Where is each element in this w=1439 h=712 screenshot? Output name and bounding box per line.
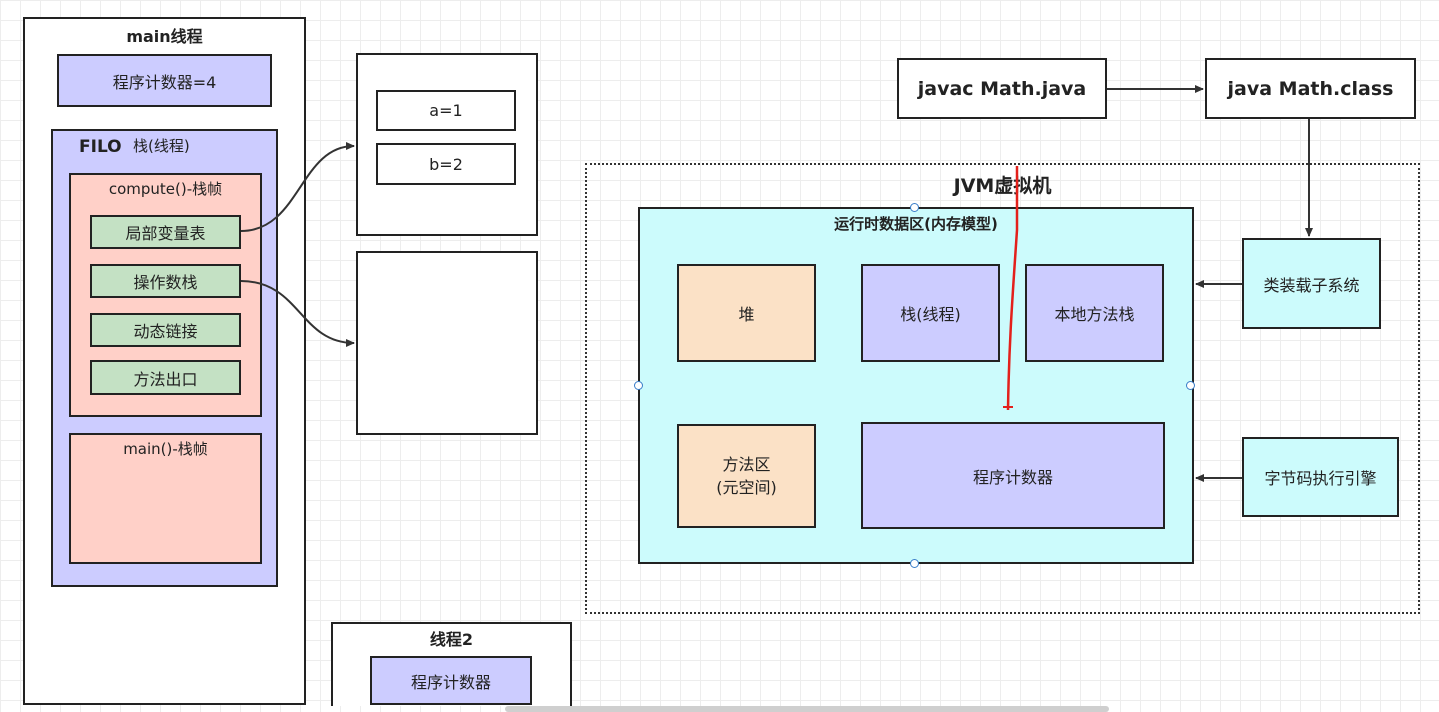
java-class-command[interactable]: java Math.class: [1205, 58, 1416, 119]
selection-handle-top[interactable]: [910, 203, 919, 212]
stack-thread-label: 栈(线程): [133, 137, 190, 155]
metaspace-label: (元空间): [716, 478, 777, 497]
main-thread-title: main线程: [126, 27, 203, 46]
jvm-title: JVM虚拟机: [953, 175, 1052, 197]
selection-handle-right[interactable]: [1186, 381, 1195, 390]
method-area[interactable]: 方法区 (元空间): [677, 424, 816, 528]
method-exit[interactable]: 方法出口: [90, 360, 241, 395]
method-area-label: 方法区: [722, 455, 771, 474]
operand-stack[interactable]: 操作数栈: [90, 264, 241, 298]
filo-label: FILO: [79, 137, 122, 157]
main-thread-pc[interactable]: 程序计数器=4: [57, 54, 272, 107]
operand-stack-detail-box[interactable]: [356, 251, 538, 435]
class-loader-subsystem[interactable]: 类装载子系统: [1242, 238, 1381, 329]
thread2-pc[interactable]: 程序计数器: [370, 656, 532, 705]
selection-handle-left[interactable]: [634, 381, 643, 390]
javac-command[interactable]: javac Math.java: [897, 58, 1107, 119]
var-a[interactable]: a=1: [376, 90, 516, 131]
heap[interactable]: 堆: [677, 264, 816, 362]
runtime-data-area-title: 运行时数据区(内存模型): [834, 215, 998, 233]
native-method-stack[interactable]: 本地方法栈: [1025, 264, 1164, 362]
main-frame-title: main()-栈帧: [123, 440, 208, 458]
dynamic-linking[interactable]: 动态链接: [90, 313, 241, 347]
local-variable-table[interactable]: 局部变量表: [90, 215, 241, 249]
selection-handle-bottom[interactable]: [910, 559, 919, 568]
thread2-title: 线程2: [429, 630, 474, 649]
main-stack-frame[interactable]: main()-栈帧: [69, 433, 262, 564]
jvm-program-counter[interactable]: 程序计数器: [861, 422, 1165, 529]
compute-frame-title: compute()-栈帧: [108, 180, 223, 198]
horizontal-scrollbar[interactable]: [505, 706, 1109, 712]
var-b[interactable]: b=2: [376, 143, 516, 185]
jvm-stack[interactable]: 栈(线程): [861, 264, 1000, 362]
bytecode-execution-engine[interactable]: 字节码执行引擎: [1242, 437, 1399, 517]
